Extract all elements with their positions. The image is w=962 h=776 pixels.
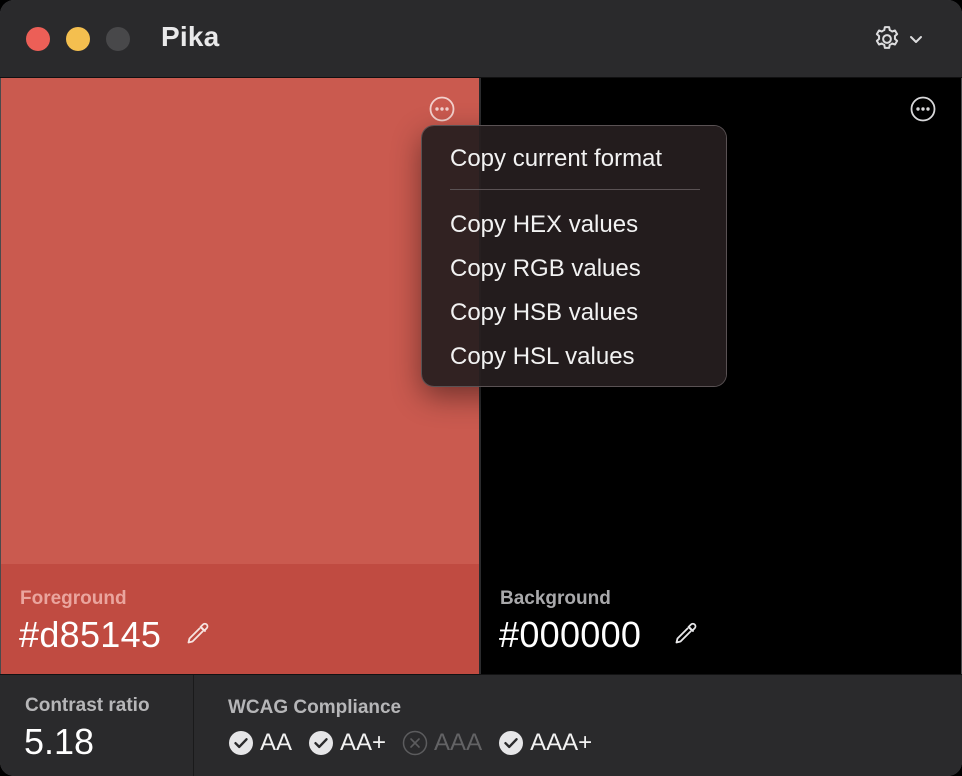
x-circle-icon <box>402 730 428 756</box>
foreground-label: Foreground <box>20 588 127 609</box>
contrast-ratio-value: 5.18 <box>24 721 95 762</box>
foreground-pane[interactable]: Foreground #d85145 <box>1 78 479 674</box>
wcag-badge-aa-plus: AA+ <box>308 729 386 757</box>
minimize-window-button[interactable] <box>66 27 90 51</box>
menu-item-copy-rgb[interactable]: Copy RGB values <box>450 253 641 285</box>
background-hex-value[interactable]: #000000 <box>499 614 641 656</box>
checkmark-circle-icon <box>499 731 524 755</box>
wcag-badge-label: AAA+ <box>530 729 593 756</box>
more-options-icon[interactable] <box>428 95 456 123</box>
checkmark-circle-icon <box>309 731 334 755</box>
wcag-badge-aaa-plus: AAA+ <box>498 729 592 757</box>
more-options-icon[interactable] <box>909 95 937 123</box>
menu-item-copy-current-format[interactable]: Copy current format <box>450 143 662 175</box>
wcag-badge-aaa: AAA <box>402 729 482 757</box>
wcag-badge-label: AA+ <box>340 729 387 756</box>
bottom-bar: Contrast ratio 5.18 WCAG Compliance AA A… <box>0 674 962 776</box>
zoom-window-button[interactable] <box>106 27 130 51</box>
wcag-badge-label: AA <box>260 729 293 756</box>
eyedropper-icon[interactable] <box>184 620 212 648</box>
eyedropper-icon[interactable] <box>672 620 700 648</box>
menu-separator <box>450 189 700 190</box>
menu-item-copy-hsl[interactable]: Copy HSL values <box>450 341 635 373</box>
app-title: Pika <box>161 21 220 52</box>
foreground-hex-value[interactable]: #d85145 <box>19 614 161 656</box>
menu-item-copy-hsb[interactable]: Copy HSB values <box>450 297 638 329</box>
settings-menu-button[interactable] <box>872 22 932 56</box>
wcag-badge-aa: AA <box>228 729 292 757</box>
wcag-badge-label: AAA <box>434 729 483 756</box>
gear-icon <box>875 26 899 49</box>
bottom-divider <box>193 675 194 776</box>
wcag-badges: AA AA+ AAA AAA+ <box>228 729 608 757</box>
contrast-ratio-label: Contrast ratio <box>25 695 150 716</box>
title-bar: Pika <box>0 0 962 78</box>
background-label: Background <box>500 588 611 609</box>
close-window-button[interactable] <box>26 27 50 51</box>
wcag-compliance-label: WCAG Compliance <box>228 697 402 718</box>
foreground-footer: Foreground #d85145 <box>1 564 479 674</box>
chevron-down-icon <box>910 36 922 43</box>
pika-window: Pika Foreground #d85145 Background #0000… <box>0 0 962 776</box>
copy-context-menu: Copy current format Copy HEX values Copy… <box>422 126 726 386</box>
checkmark-circle-icon <box>229 731 253 755</box>
background-footer: Background #000000 <box>481 564 961 674</box>
menu-item-copy-hex[interactable]: Copy HEX values <box>450 209 638 241</box>
